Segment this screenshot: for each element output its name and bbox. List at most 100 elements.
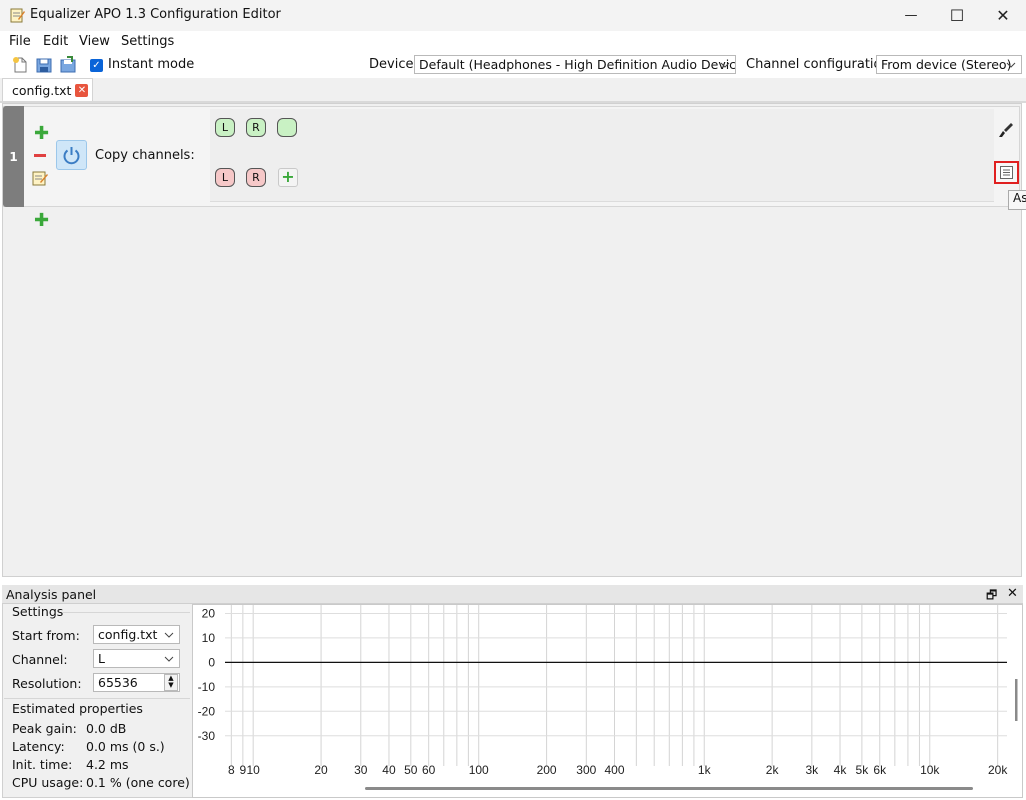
peak-gain-label: Peak gain: — [12, 721, 77, 736]
x-tick-label: 9 — [240, 763, 247, 777]
x-tick-label: 5k — [856, 763, 870, 777]
new-file-icon[interactable] — [11, 56, 29, 74]
start-from-value: config.txt — [98, 627, 158, 642]
maximize-icon: ☐ — [949, 6, 965, 25]
y-tick-label: -10 — [198, 680, 216, 694]
analysis-panel-header: Analysis panel 🗗 ✕ — [2, 585, 1023, 604]
x-tick-label: 60 — [422, 763, 436, 777]
device-select-value: Default (Headphones - High Definition Au… — [419, 57, 736, 72]
resolution-input[interactable]: 65536 ▲ ▼ — [93, 673, 180, 692]
source-channel-r[interactable]: R — [246, 168, 266, 187]
power-icon — [63, 147, 80, 165]
title-bar: Equalizer APO 1.3 Configuration Editor —… — [0, 0, 1026, 31]
y-tick-label: 20 — [202, 606, 216, 620]
x-tick-label: 50 — [404, 763, 418, 777]
paint-brush-icon[interactable] — [997, 121, 1015, 139]
cpu-usage-value: 0.1 % (one core) — [86, 775, 190, 790]
horizontal-scrollbar-thumb — [365, 787, 973, 790]
chevron-down-icon — [720, 62, 730, 68]
tab-bar: config.txt ✕ — [0, 78, 1026, 103]
minimize-button[interactable]: — — [888, 0, 934, 31]
close-panel-icon[interactable]: ✕ — [1007, 586, 1018, 601]
analysis-panel-title: Analysis panel — [6, 587, 97, 602]
channel-label: Channel: — [12, 652, 68, 667]
x-tick-label: 20k — [988, 763, 1008, 777]
add-filter-above-icon[interactable]: ✚ — [34, 125, 49, 143]
chevron-down-icon — [1006, 62, 1016, 68]
menu-view[interactable]: View — [79, 34, 110, 49]
remove-filter-icon[interactable] — [34, 154, 46, 157]
x-tick-label: 400 — [604, 763, 624, 777]
x-tick-label: 3k — [806, 763, 820, 777]
menu-edit[interactable]: Edit — [43, 34, 68, 49]
tooltip: As — [1008, 190, 1026, 210]
channel-config-select-value: From device (Stereo) — [881, 57, 1012, 72]
channel-select[interactable]: L — [93, 649, 180, 668]
chevron-down-icon — [164, 656, 174, 662]
x-tick-label: 8 — [228, 763, 235, 777]
save-as-icon[interactable] — [59, 56, 77, 74]
window-title: Equalizer APO 1.3 Configuration Editor — [30, 7, 281, 22]
text-view-button[interactable] — [994, 161, 1019, 184]
channel-value: L — [98, 651, 105, 666]
source-channel-l[interactable]: L — [215, 168, 235, 187]
group-divider — [4, 698, 190, 699]
maximize-button[interactable]: ☐ — [934, 0, 980, 31]
peak-gain-value: 0.0 dB — [86, 721, 127, 736]
channel-config-label: Channel configuration: — [746, 57, 895, 72]
chevron-down-icon — [164, 632, 174, 638]
x-tick-label: 4k — [834, 763, 848, 777]
filter-power-toggle[interactable] — [56, 140, 87, 170]
menu-settings[interactable]: Settings — [121, 34, 174, 49]
menu-file[interactable]: File — [9, 34, 31, 49]
target-channel-r[interactable]: R — [246, 118, 266, 137]
copy-channels-content — [210, 109, 994, 202]
x-tick-label: 30 — [354, 763, 368, 777]
y-tick-label: -30 — [198, 729, 216, 743]
x-tick-label: 10 — [246, 763, 260, 777]
x-tick-label: 20 — [314, 763, 328, 777]
x-tick-label: 6k — [873, 763, 887, 777]
target-channel-empty[interactable] — [277, 118, 297, 137]
latency-value: 0.0 ms (0 s.) — [86, 739, 165, 754]
edit-filter-icon[interactable] — [32, 170, 48, 186]
x-tick-label: 100 — [469, 763, 489, 777]
target-channel-l[interactable]: L — [215, 118, 235, 137]
resolution-value: 65536 — [98, 675, 138, 690]
settings-group-title: Settings — [12, 604, 64, 619]
frequency-response-chart: 20100-10-20-308 9 10 20 30 40 50 60 100 200 300 400… — [198, 605, 1018, 790]
x-tick-label: 40 — [382, 763, 396, 777]
channel-config-select[interactable]: From device (Stereo) — [876, 55, 1022, 74]
vertical-scrollbar-thumb — [1015, 679, 1018, 721]
tab-config-txt[interactable]: config.txt ✕ — [2, 78, 94, 101]
y-tick-label: 10 — [202, 631, 216, 645]
start-from-select[interactable]: config.txt — [93, 625, 180, 644]
resolution-spinner[interactable]: ▲ ▼ — [164, 674, 178, 691]
minimize-icon: — — [904, 8, 918, 23]
tab-label: config.txt — [12, 82, 72, 98]
start-from-label: Start from: — [12, 628, 80, 643]
add-source-channel-button[interactable]: + — [278, 168, 298, 187]
menu-bar: File Edit View Settings — [0, 31, 1026, 52]
frequency-response-graph[interactable]: 20 10 0 -10 -20 -30 8 9 10 20 30 40 50 60 100 200 300 400… — [192, 604, 1023, 798]
close-icon: ✕ — [996, 6, 1010, 25]
device-select[interactable]: Default (Headphones - High Definition Au… — [414, 55, 736, 74]
document-lines-icon — [1000, 166, 1013, 179]
open-file-icon[interactable] — [35, 56, 53, 74]
filter-row-number[interactable]: 1 — [3, 106, 24, 207]
app-notepad-icon — [10, 8, 25, 23]
close-button[interactable]: ✕ — [980, 0, 1026, 31]
y-tick-label: 0 — [208, 655, 215, 669]
resolution-label: Resolution: — [12, 676, 82, 691]
cpu-usage-label: CPU usage: — [12, 775, 84, 790]
device-label: Device: — [369, 57, 418, 72]
add-filter-icon[interactable]: ✚ — [34, 212, 49, 230]
x-tick-label: 200 — [537, 763, 557, 777]
x-tick-label: 300 — [576, 763, 596, 777]
instant-mode-checkbox[interactable]: ✓ — [90, 59, 103, 72]
y-tick-label: -20 — [198, 704, 216, 718]
x-tick-label: 1k — [698, 763, 712, 777]
close-tab-icon[interactable]: ✕ — [75, 83, 89, 97]
toolbar: ✓ Instant mode Device: Default (Headphon… — [0, 52, 1026, 79]
instant-mode-label: Instant mode — [108, 57, 195, 72]
